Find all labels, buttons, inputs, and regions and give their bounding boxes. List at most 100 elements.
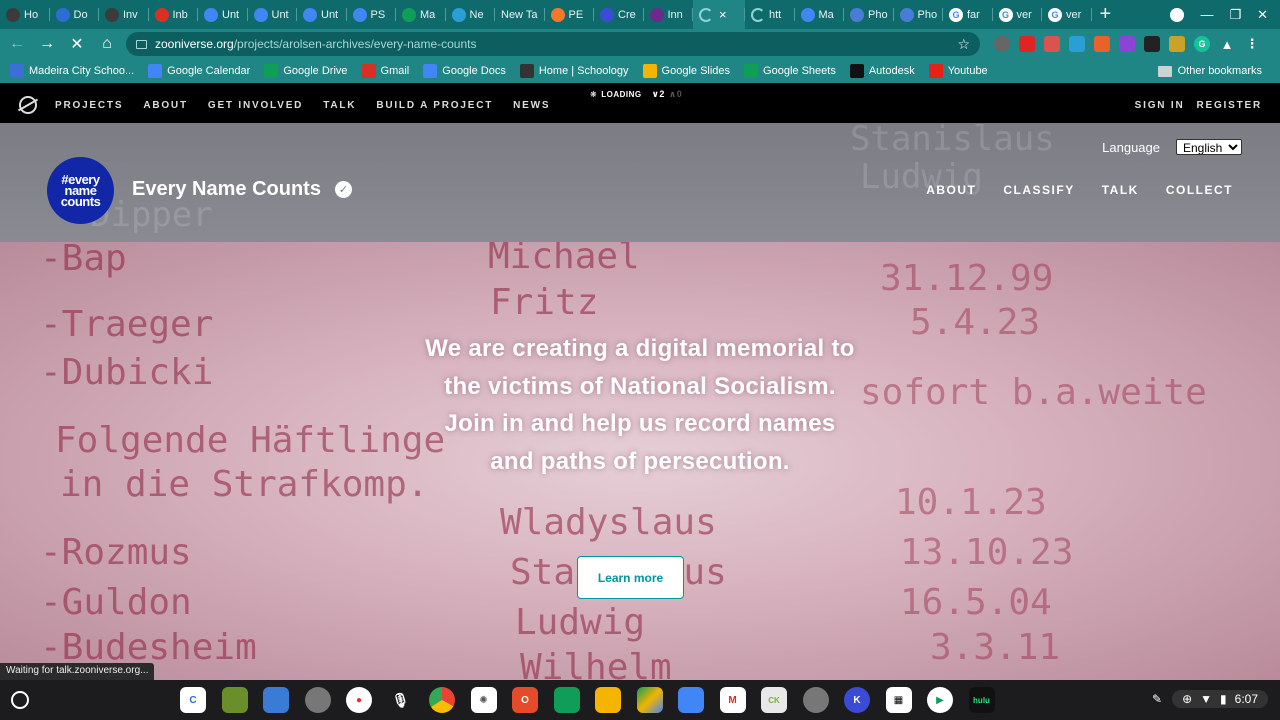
project-nav-classify[interactable]: CLASSIFY: [1003, 183, 1074, 197]
extension-people-icon[interactable]: [1169, 36, 1185, 52]
bookmark-item[interactable]: Autodesk: [849, 64, 915, 78]
hulu-app-icon[interactable]: hulu: [968, 687, 995, 713]
browser-tab[interactable]: Pho: [844, 0, 894, 29]
nav-news[interactable]: NEWS: [513, 100, 550, 111]
ck12-app-icon[interactable]: CK: [761, 687, 787, 713]
extension-clipper-icon[interactable]: [1044, 36, 1060, 52]
nav-projects[interactable]: PROJECTS: [55, 100, 123, 111]
sheets-app-icon[interactable]: [553, 687, 580, 713]
browser-menu-icon[interactable]: ⋮: [1244, 36, 1260, 52]
tab-search-icon[interactable]: [1170, 7, 1185, 22]
bookmark-item[interactable]: Gmail: [361, 64, 409, 78]
stylus-icon[interactable]: ✎: [1152, 692, 1162, 706]
extension-record-icon[interactable]: [1094, 36, 1110, 52]
keep-app-icon[interactable]: [595, 687, 621, 713]
project-nav-collect[interactable]: COLLECT: [1166, 183, 1233, 197]
back-button[interactable]: ←: [4, 31, 30, 57]
bookmark-item[interactable]: Google Calendar: [148, 64, 250, 78]
learn-more-button[interactable]: Learn more: [577, 556, 684, 599]
extension-download-icon[interactable]: [1069, 36, 1085, 52]
camera-app-icon[interactable]: [304, 687, 331, 713]
bookmark-item[interactable]: Home | Schoology: [519, 64, 629, 78]
project-nav-talk[interactable]: TALK: [1102, 183, 1139, 197]
extension-tw-icon[interactable]: [1119, 36, 1135, 52]
browser-tab[interactable]: htt: [745, 0, 795, 29]
extension-grammarly-icon[interactable]: G: [1194, 36, 1210, 52]
browser-tab[interactable]: Gfar: [943, 0, 993, 29]
nav-get-involved[interactable]: GET INVOLVED: [208, 100, 303, 111]
browser-tab[interactable]: Pho: [894, 0, 944, 29]
bookmark-item[interactable]: Google Sheets: [744, 64, 836, 78]
launcher-icon[interactable]: [11, 691, 29, 709]
nav-build-a-project[interactable]: BUILD A PROJECT: [376, 100, 493, 111]
bookmark-item[interactable]: Google Slides: [642, 64, 730, 78]
extension-timer-icon[interactable]: [994, 36, 1010, 52]
bookmark-item[interactable]: Youtube: [928, 64, 988, 78]
site-info-icon[interactable]: [136, 39, 147, 49]
extensions-puzzle-icon[interactable]: ▲: [1219, 36, 1235, 52]
gmail-app-icon[interactable]: M: [719, 687, 746, 713]
extension-qr-icon[interactable]: [1144, 36, 1160, 52]
browser-tab[interactable]: PE: [545, 0, 595, 29]
project-nav-about[interactable]: ABOUT: [926, 183, 976, 197]
browser-tab[interactable]: Gver: [993, 0, 1043, 29]
browser-tab[interactable]: Inb: [149, 0, 199, 29]
camera-app-icon[interactable]: [802, 687, 829, 713]
register-link[interactable]: REGISTER: [1196, 100, 1262, 111]
chrome-app-icon[interactable]: [429, 687, 455, 713]
project-title[interactable]: Every Name Counts ✓: [132, 178, 352, 201]
browser-tab[interactable]: Ho: [0, 0, 50, 29]
qr-app-icon[interactable]: ▦: [885, 687, 912, 713]
sign-in-link[interactable]: SIGN IN: [1135, 100, 1185, 111]
butterfly-app-icon[interactable]: [263, 687, 289, 713]
browser-tab[interactable]: Inn: [644, 0, 694, 29]
project-logo[interactable]: #every name counts: [47, 157, 114, 224]
stop-loading-button[interactable]: ✕: [64, 31, 90, 57]
pear-app-icon[interactable]: [221, 687, 248, 713]
close-tab-icon[interactable]: ×: [719, 7, 727, 22]
browser-tab[interactable]: New Ta: [495, 0, 545, 29]
notifications-count[interactable]: ∧0: [669, 89, 682, 100]
messages-count[interactable]: ∨2: [652, 89, 665, 100]
browser-tab[interactable]: Gver: [1042, 0, 1092, 29]
language-select[interactable]: English: [1176, 139, 1242, 155]
screencast-app-icon[interactable]: ●: [346, 687, 372, 713]
restore-button[interactable]: ❐: [1229, 7, 1241, 23]
new-tab-button[interactable]: +: [1100, 3, 1124, 26]
browser-tab[interactable]: PS: [347, 0, 397, 29]
other-bookmarks[interactable]: Other bookmarks: [1157, 65, 1262, 77]
minimize-button[interactable]: —: [1200, 7, 1213, 22]
play-store-app-icon[interactable]: ▶: [927, 687, 953, 713]
docs-app-icon[interactable]: [678, 687, 704, 713]
system-tray[interactable]: ✎ ⊕ ▼ ▮ 6:07: [1152, 690, 1268, 708]
bookmark-item[interactable]: Madeira City Schoo...: [10, 64, 134, 78]
browser-tab[interactable]: Unt: [198, 0, 248, 29]
bookmark-item[interactable]: Google Docs: [423, 64, 506, 78]
browser-tab[interactable]: Ne: [446, 0, 496, 29]
network-app-icon[interactable]: ✺: [470, 687, 497, 713]
browser-tab[interactable]: Ma: [795, 0, 845, 29]
nav-talk[interactable]: TALK: [323, 100, 356, 111]
bookmark-item[interactable]: Google Drive: [264, 64, 348, 78]
browser-tab[interactable]: Ma: [396, 0, 446, 29]
microphone-app-icon[interactable]: 🎙: [388, 687, 414, 713]
browser-tab[interactable]: ×: [693, 0, 745, 29]
home-button[interactable]: ⌂: [94, 31, 120, 57]
browser-tab[interactable]: Inv: [99, 0, 149, 29]
forward-button[interactable]: →: [34, 31, 60, 57]
close-window-button[interactable]: ✕: [1257, 7, 1268, 23]
browser-tab[interactable]: Unt: [297, 0, 347, 29]
classroom-app-icon[interactable]: C: [180, 687, 206, 713]
zooniverse-logo-icon[interactable]: [19, 96, 37, 114]
browser-tab-label: ver: [1066, 8, 1082, 21]
extension-screencast-icon[interactable]: [1019, 36, 1035, 52]
browser-tab[interactable]: Unt: [248, 0, 298, 29]
office-app-icon[interactable]: O: [512, 687, 538, 713]
bookmark-star-icon[interactable]: ☆: [957, 36, 970, 53]
k-app-icon[interactable]: K: [844, 687, 870, 713]
nav-about[interactable]: ABOUT: [143, 100, 188, 111]
browser-tab[interactable]: Cre: [594, 0, 644, 29]
url-bar[interactable]: zooniverse.org/projects/arolsen-archives…: [126, 32, 980, 56]
browser-tab[interactable]: Do: [50, 0, 100, 29]
drive-app-icon[interactable]: [636, 687, 663, 713]
